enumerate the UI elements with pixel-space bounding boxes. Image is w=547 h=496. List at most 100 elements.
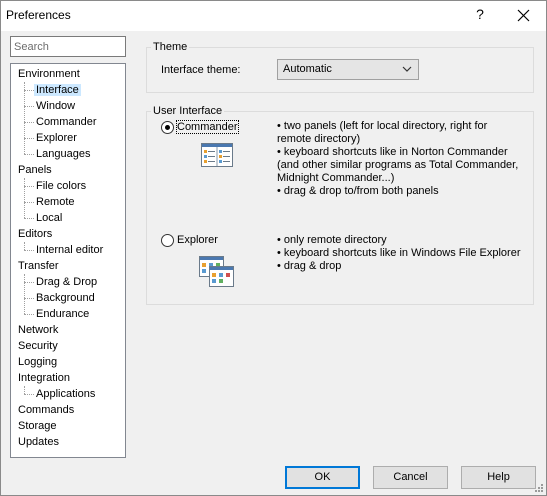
explorer-bullet-line: • keyboard shortcuts like in Windows Fil… (277, 247, 521, 259)
tree-subcategory[interactable]: Remote (34, 194, 77, 210)
tree-item-label: Panels (18, 164, 52, 176)
tree-connector (24, 154, 34, 155)
tree-item-label: Window (36, 100, 76, 112)
context-help-button[interactable]: ? (471, 6, 489, 22)
tree-item-label: File colors (36, 180, 87, 192)
tree-subcategory[interactable]: Local (34, 210, 64, 226)
tree-item-label: Security (18, 340, 58, 352)
tree-category[interactable]: Commands (16, 402, 76, 418)
tree-subcategory[interactable]: Drag & Drop (34, 274, 99, 290)
tree-subcategory[interactable]: Explorer (34, 130, 79, 146)
tree-item-label: Interface (34, 84, 81, 96)
commander-bullet-line: • two panels (left for local directory, … (277, 120, 488, 132)
tree-connector (24, 138, 34, 139)
tree-connector (24, 82, 25, 154)
close-button[interactable] (509, 5, 539, 27)
tree-category[interactable]: Network (16, 322, 60, 338)
tree-item-label: Endurance (36, 308, 90, 320)
tree-item-label: Remote (36, 196, 75, 208)
tree-item-label: Commander (36, 116, 97, 128)
tree-subcategory[interactable]: Interface (34, 82, 81, 98)
tree-item-label: Applications (36, 388, 96, 400)
ok-button[interactable]: OK (285, 466, 360, 489)
tree-subcategory[interactable]: Languages (34, 146, 92, 162)
tree-category[interactable]: Security (16, 338, 60, 354)
tree-subcategory[interactable]: File colors (34, 178, 88, 194)
commander-bullet-line: • keyboard shortcuts like in Norton Comm… (277, 146, 508, 158)
commander-radio-circle (161, 121, 174, 134)
preferences-dialog: Preferences ? Environment Interface Window… (0, 0, 547, 496)
tree-subcategory[interactable]: Applications (34, 386, 97, 402)
search-input[interactable] (10, 36, 126, 57)
title-bar: Preferences ? (1, 1, 546, 31)
tree-connector (24, 122, 34, 123)
commander-description: • two panels (left for local directory, … (277, 120, 518, 198)
tree-category[interactable]: Environment (16, 66, 82, 82)
commander-interface-icon (201, 143, 233, 167)
tree-connector (24, 106, 34, 107)
help-button[interactable]: Help (461, 466, 536, 489)
explorer-radio[interactable]: Explorer (161, 234, 231, 248)
category-tree: Environment Interface Window Commander Explo… (10, 63, 126, 458)
tree-item-label: Integration (18, 372, 70, 384)
explorer-bullet-line: • only remote directory (277, 234, 387, 246)
tree-item-label: Updates (18, 436, 59, 448)
explorer-description: • only remote directory • keyboard short… (277, 234, 521, 273)
tree-item-label: Commands (18, 404, 75, 416)
explorer-radio-circle (161, 234, 174, 247)
commander-bullet-line: Midnight Commander...) (277, 172, 395, 184)
commander-radio[interactable]: Commander (161, 120, 241, 135)
tree-connector (24, 282, 34, 283)
tree-subcategory[interactable]: Endurance (34, 306, 91, 322)
commander-bullet-line: • drag & drop to/from both panels (277, 185, 439, 197)
tree-category[interactable]: Logging (16, 354, 59, 370)
tree-connector (24, 298, 34, 299)
tree-item-label: Languages (36, 148, 91, 160)
tree-connector (24, 186, 34, 187)
tree-connector (24, 314, 34, 315)
tree-subcategory[interactable]: Internal editor (34, 242, 105, 258)
user-interface-group-title: User Interface (151, 105, 225, 117)
tree-category[interactable]: Updates (16, 434, 61, 450)
interface-theme-select[interactable]: Automatic (277, 59, 419, 80)
explorer-bullet-line: • drag & drop (277, 260, 342, 272)
window-title: Preferences (6, 8, 71, 22)
interface-theme-label: Interface theme: (161, 64, 241, 76)
tree-subcategory[interactable]: Window (34, 98, 77, 114)
tree-subcategory[interactable]: Commander (34, 114, 99, 130)
resize-grip-icon[interactable] (534, 483, 544, 493)
radio-dot (165, 125, 170, 130)
tree-connector (24, 202, 34, 203)
tree-category[interactable]: Storage (16, 418, 59, 434)
tree-category[interactable]: Transfer (16, 258, 61, 274)
tree-category[interactable]: Integration (16, 370, 72, 386)
tree-item-label: Transfer (18, 260, 59, 272)
tree-item-label: Explorer (36, 132, 77, 144)
close-icon (517, 9, 530, 22)
tree-connector (24, 386, 25, 394)
tree-connector (24, 242, 25, 250)
explorer-radio-label: Explorer (177, 234, 218, 246)
commander-radio-label: Commander (176, 120, 239, 134)
tree-category[interactable]: Panels (16, 162, 54, 178)
commander-bullet-line: (and other similar programs as Total Com… (277, 159, 519, 171)
tree-connector (24, 218, 34, 219)
theme-group-title: Theme (151, 41, 190, 53)
tree-connector (24, 394, 34, 395)
tree-connector (24, 90, 34, 91)
tree-item-label: Logging (18, 356, 58, 368)
tree-item-label: Drag & Drop (36, 276, 98, 288)
tree-item-label: Background (36, 292, 95, 304)
tree-item-label: Storage (18, 420, 57, 432)
tree-item-label: Environment (18, 68, 80, 80)
tree-connector (24, 274, 25, 314)
explorer-interface-icon (199, 256, 234, 287)
tree-category[interactable]: Editors (16, 226, 54, 242)
tree-connector (24, 250, 34, 251)
tree-subcategory[interactable]: Background (34, 290, 97, 306)
commander-bullet-line: remote directory) (277, 133, 361, 145)
cancel-button[interactable]: Cancel (373, 466, 448, 489)
tree-item-label: Editors (18, 228, 53, 240)
tree-item-label: Local (36, 212, 63, 224)
tree-connector (24, 178, 25, 218)
